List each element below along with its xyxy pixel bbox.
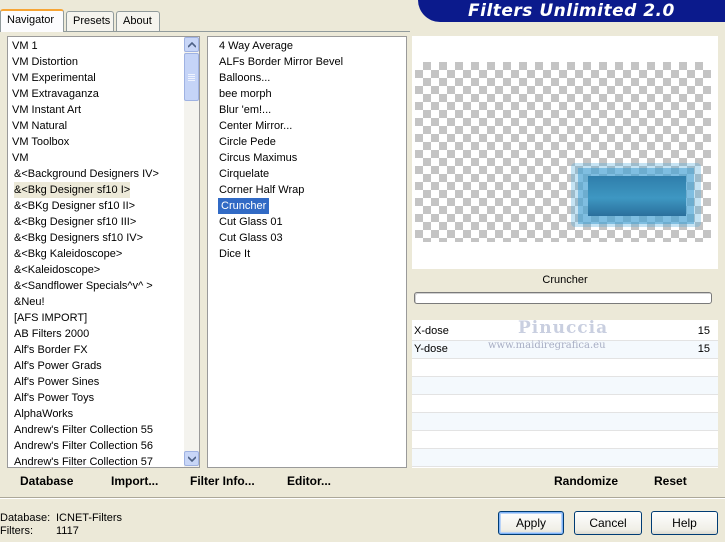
preview-image: [588, 176, 686, 216]
category-item[interactable]: VM Toolbox: [12, 134, 69, 150]
status-database: Database: ICNET-Filters: [0, 512, 122, 524]
status-filters: Filters: 1117: [0, 525, 79, 537]
filter-info-button[interactable]: Filter Info...: [190, 474, 255, 488]
param-label: Y-dose: [414, 343, 448, 355]
param-row-empty: [412, 413, 718, 431]
filter-item[interactable]: ALFs Border Mirror Bevel: [219, 54, 343, 70]
filter-item[interactable]: Blur 'em!...: [219, 102, 271, 118]
param-value[interactable]: 15: [698, 343, 710, 355]
filter-item[interactable]: Circle Pede: [219, 134, 276, 150]
category-item[interactable]: VM: [12, 150, 29, 166]
separator: [0, 497, 725, 499]
filter-item[interactable]: Dice It: [219, 246, 250, 262]
reset-button[interactable]: Reset: [654, 474, 687, 488]
filter-item[interactable]: Cut Glass 03: [219, 230, 283, 246]
param-row-empty: [412, 395, 718, 413]
status-filters-label: Filters:: [0, 525, 33, 537]
filter-item[interactable]: Cirquelate: [219, 166, 269, 182]
category-item[interactable]: &<Bkg Designer sf10 III>: [14, 214, 136, 230]
category-item[interactable]: &<Bkg Kaleidoscope>: [14, 246, 122, 262]
filter-item[interactable]: 4 Way Average: [219, 38, 293, 54]
param-row-empty: [412, 449, 718, 467]
category-item[interactable]: Andrew's Filter Collection 56: [14, 438, 153, 454]
category-item[interactable]: &<Bkg Designer sf10 I>: [14, 182, 131, 198]
category-list[interactable]: VM 1 VM Distortion VM Experimental VM Extra…: [7, 36, 200, 468]
window-title: Filters Unlimited 2.0: [468, 1, 675, 21]
cancel-button[interactable]: Cancel: [574, 511, 642, 535]
watermark-url: www.maidiregrafica.eu: [488, 340, 606, 351]
filter-item[interactable]: Circus Maximus: [219, 150, 297, 166]
filter-item[interactable]: Center Mirror...: [219, 118, 292, 134]
watermark-name: Pinuccia: [518, 318, 609, 338]
category-item[interactable]: Alf's Power Sines: [14, 374, 99, 390]
category-item[interactable]: VM Experimental: [12, 70, 96, 86]
database-button[interactable]: Database: [20, 474, 73, 488]
category-item[interactable]: VM Instant Art: [12, 102, 81, 118]
filter-item[interactable]: Cut Glass 01: [219, 214, 283, 230]
import-button[interactable]: Import...: [111, 474, 158, 488]
status-database-label: Database:: [0, 512, 51, 524]
category-item[interactable]: Alf's Power Grads: [14, 358, 102, 374]
category-item[interactable]: Andrew's Filter Collection 55: [14, 422, 153, 438]
progress-bar: [414, 292, 712, 304]
param-row-empty: [412, 431, 718, 449]
category-item[interactable]: &<Background Designers IV>: [14, 166, 159, 182]
filter-list[interactable]: 4 Way Average ALFs Border Mirror Bevel Bal…: [207, 36, 407, 468]
randomize-button[interactable]: Randomize: [554, 474, 618, 488]
filter-item[interactable]: Cruncher: [218, 198, 270, 214]
category-item[interactable]: &<BKg Designer sf10 II>: [14, 198, 135, 214]
category-item[interactable]: Alf's Power Toys: [14, 390, 94, 406]
param-value[interactable]: 15: [698, 325, 710, 337]
current-filter-name: Cruncher: [542, 274, 588, 286]
arrow-up-icon: [188, 42, 196, 48]
filter-item[interactable]: Balloons...: [219, 70, 270, 86]
category-item[interactable]: VM Extravaganza: [12, 86, 99, 102]
category-item[interactable]: &<Kaleidoscope>: [14, 262, 100, 278]
category-scrollbar[interactable]: [184, 37, 199, 467]
tab-about[interactable]: About: [116, 11, 160, 31]
category-item[interactable]: [AFS IMPORT]: [14, 310, 87, 326]
status-database-value: ICNET-Filters: [56, 512, 122, 524]
category-item[interactable]: AlphaWorks: [14, 406, 73, 422]
category-item[interactable]: Alf's Border FX: [14, 342, 88, 358]
tab-navigator[interactable]: Navigator: [0, 9, 64, 32]
category-item[interactable]: &<Sandflower Specials^v^ >: [14, 278, 153, 294]
scroll-down-button[interactable]: [184, 451, 199, 466]
filter-item[interactable]: Corner Half Wrap: [219, 182, 304, 198]
help-button[interactable]: Help: [651, 511, 718, 535]
editor-button[interactable]: Editor...: [287, 474, 331, 488]
category-item[interactable]: VM Natural: [12, 118, 67, 134]
apply-button[interactable]: Apply: [498, 511, 564, 535]
category-item[interactable]: &<Bkg Designers sf10 IV>: [14, 230, 143, 246]
category-item[interactable]: AB Filters 2000: [14, 326, 89, 342]
category-item[interactable]: &Neu!: [14, 294, 45, 310]
scroll-up-button[interactable]: [184, 37, 199, 52]
status-filters-value: 1117: [56, 525, 79, 537]
category-item[interactable]: VM Distortion: [12, 54, 78, 70]
param-label: X-dose: [414, 325, 449, 337]
param-row-empty: [412, 359, 718, 377]
param-row-empty: [412, 377, 718, 395]
tab-presets[interactable]: Presets: [66, 11, 114, 31]
category-item[interactable]: Andrew's Filter Collection 57: [14, 454, 153, 467]
arrow-down-icon: [188, 456, 196, 462]
category-item[interactable]: VM 1: [12, 38, 38, 54]
scroll-thumb[interactable]: [184, 53, 199, 101]
filter-item[interactable]: bee morph: [219, 86, 272, 102]
